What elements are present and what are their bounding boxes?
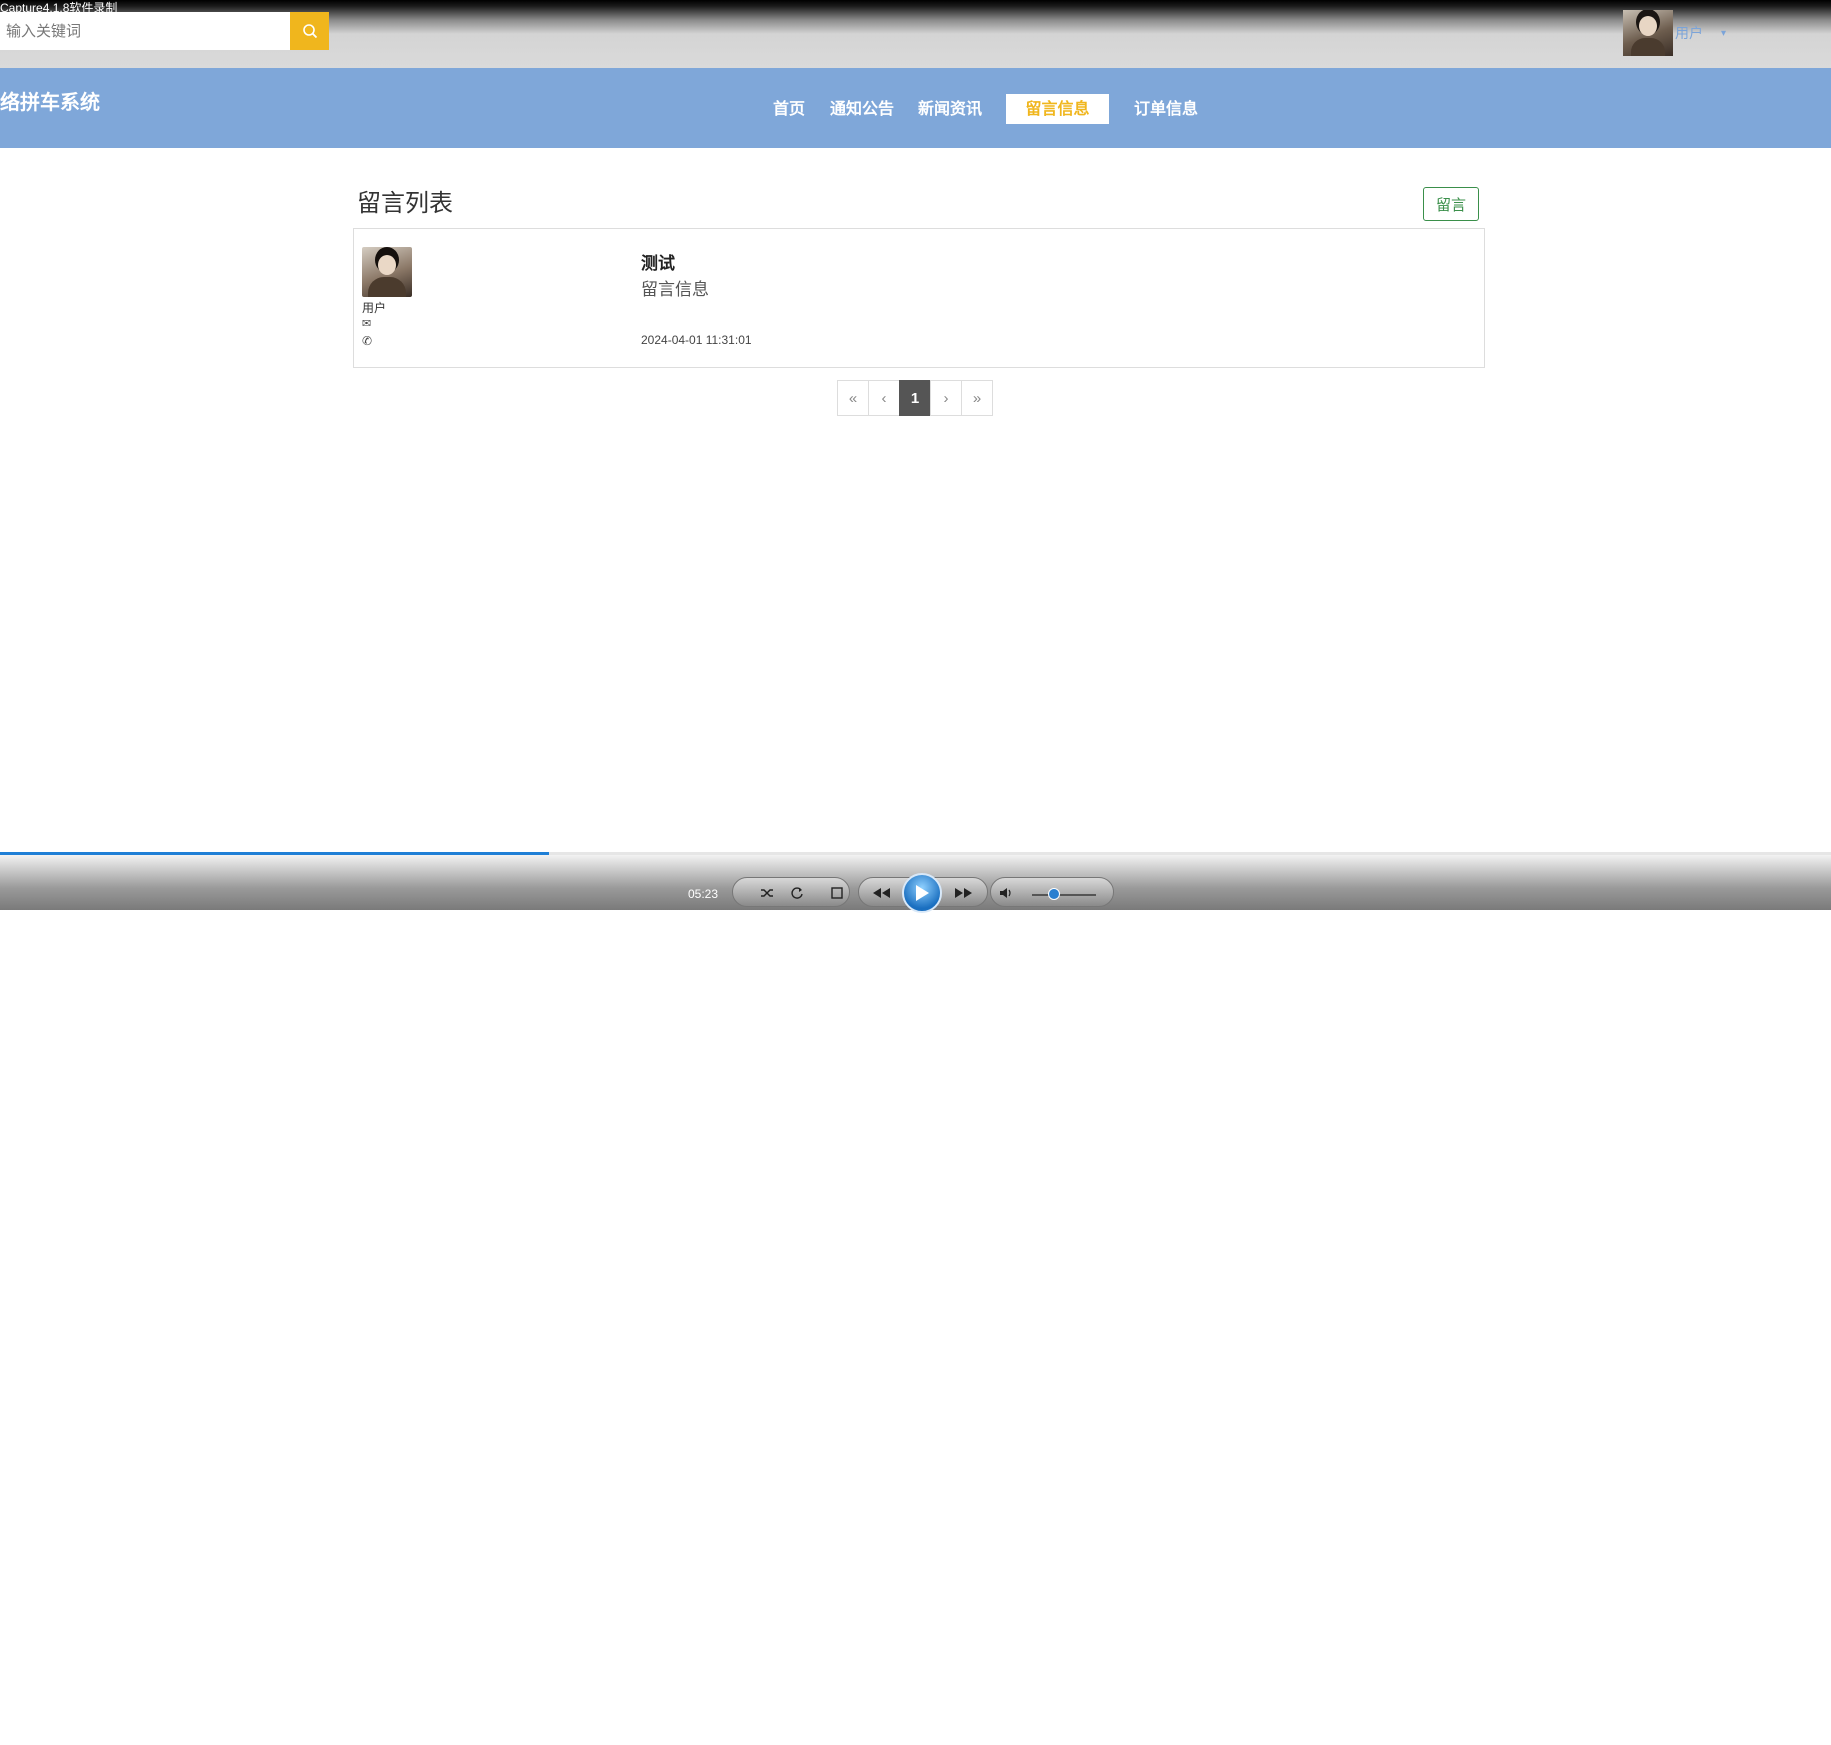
top-bar: Capture4.1.8软件录制 用户 ▾ xyxy=(0,0,1831,68)
page-current[interactable]: 1 xyxy=(899,380,931,416)
main-nav: 络拼车系统 首页 通知公告 新闻资讯 留言信息 订单信息 xyxy=(0,68,1831,148)
shuffle-icon[interactable] xyxy=(756,883,778,903)
page-last[interactable]: » xyxy=(961,380,993,416)
page-next[interactable]: › xyxy=(930,380,962,416)
message-content: 留言信息 xyxy=(641,280,709,300)
nav-item-messages[interactable]: 留言信息 xyxy=(1006,94,1109,124)
nav-item-news[interactable]: 新闻资讯 xyxy=(916,94,984,124)
fast-forward-icon[interactable] xyxy=(953,883,975,903)
page-first[interactable]: « xyxy=(837,380,869,416)
repeat-icon[interactable] xyxy=(786,883,808,903)
chevron-down-icon[interactable]: ▾ xyxy=(1721,28,1726,39)
watermark: CSDN @vx_CXKF10088 xyxy=(1455,1711,1807,1744)
phone-icon: ✆ xyxy=(362,334,373,348)
message-title: 测试 xyxy=(641,254,675,274)
volume-track[interactable] xyxy=(1032,894,1096,896)
search-bar xyxy=(0,12,329,50)
search-icon xyxy=(302,24,317,39)
page-title: 留言列表 xyxy=(357,189,453,217)
volume-icon[interactable] xyxy=(995,883,1017,903)
user-menu[interactable]: 用户 ▾ xyxy=(1623,10,1726,56)
mail-icon: ✉ xyxy=(362,317,372,330)
message-time: 2024-04-01 11:31:01 xyxy=(641,333,752,347)
play-icon[interactable] xyxy=(902,873,942,913)
rewind-icon[interactable] xyxy=(870,883,892,903)
media-player: 05:23 CSDN @vx_CXKF10088 xyxy=(0,855,1831,1744)
site-brand[interactable]: 络拼车系统 xyxy=(0,86,100,115)
avatar xyxy=(362,247,412,297)
page-prev[interactable]: ‹ xyxy=(868,380,900,416)
search-input[interactable] xyxy=(0,12,290,50)
add-message-button[interactable]: 留言 xyxy=(1423,187,1479,221)
message-card: 用户 ✉ ✆ 测试 留言信息 2024-04-01 11:31:01 xyxy=(353,228,1485,368)
pagination: « ‹ 1 › » xyxy=(837,380,993,416)
nav-item-orders[interactable]: 订单信息 xyxy=(1132,94,1200,124)
playback-time: 05:23 xyxy=(688,887,719,901)
stop-icon[interactable] xyxy=(826,883,848,903)
message-user: 用户 xyxy=(362,301,387,315)
user-name[interactable]: 用户 xyxy=(1675,23,1703,43)
avatar[interactable] xyxy=(1623,10,1673,56)
nav-item-notice[interactable]: 通知公告 xyxy=(828,94,896,124)
nav-item-home[interactable]: 首页 xyxy=(770,94,808,124)
search-button[interactable] xyxy=(290,12,329,50)
